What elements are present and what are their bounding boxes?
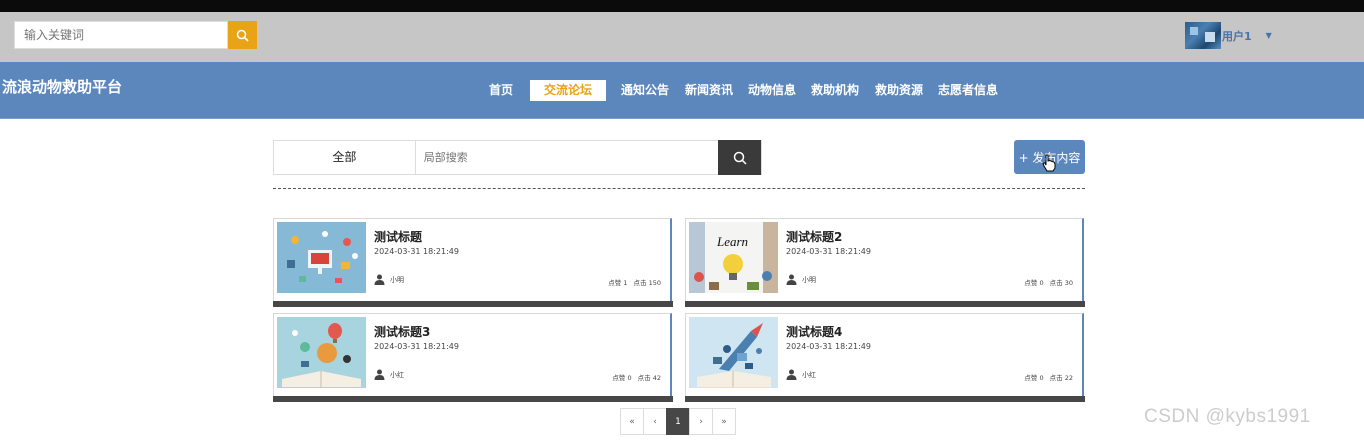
page-last-button[interactable]: »	[712, 408, 736, 435]
post-title[interactable]: 测试标题3	[374, 323, 430, 340]
click-count: 点击 150	[633, 279, 661, 287]
nav-home[interactable]: 首页	[489, 80, 513, 101]
author-name: 小明	[802, 275, 816, 284]
card-bottom-bar	[685, 301, 1085, 307]
like-count: 点赞 0	[1024, 374, 1044, 382]
forum-filter-bar: 全部	[273, 140, 762, 175]
page-prev-button[interactable]: ‹	[643, 408, 667, 435]
post-title[interactable]: 测试标题	[374, 228, 422, 245]
search-icon	[733, 151, 747, 165]
local-search-input[interactable]	[415, 141, 719, 174]
card-bottom-bar	[273, 396, 673, 402]
nav-animals[interactable]: 动物信息	[748, 80, 796, 101]
post-card[interactable]: 测试标题4 2024-03-31 18:21:49 小红 点赞 0 点击 22	[685, 313, 1085, 402]
post-author: 小明	[786, 274, 816, 285]
post-author: 小红	[374, 369, 404, 380]
click-count: 点击 22	[1049, 374, 1073, 382]
search-icon	[236, 29, 249, 42]
csdn-watermark: CSDN @kybs1991	[1144, 406, 1311, 427]
post-stats: 点赞 0 点击 22	[1024, 372, 1073, 382]
post-card[interactable]: 测试标题 2024-03-31 18:21:49 小明 点赞 1 点击 150	[273, 218, 673, 307]
pointer-cursor-icon	[1042, 154, 1056, 172]
like-count: 点赞 0	[1024, 279, 1044, 287]
pagination: « ‹ 1 › »	[620, 408, 736, 435]
site-logo[interactable]: 流浪动物救助平台	[2, 76, 122, 97]
page-next-button[interactable]: ›	[689, 408, 713, 435]
post-author: 小明	[374, 274, 404, 285]
card-bottom-bar	[685, 396, 1085, 402]
post-date: 2024-03-31 18:21:49	[786, 247, 871, 256]
post-date: 2024-03-31 18:21:49	[786, 342, 871, 351]
keyword-search-button[interactable]	[228, 21, 257, 49]
username[interactable]: 用户1	[1222, 28, 1252, 44]
post-title[interactable]: 测试标题2	[786, 228, 842, 245]
post-thumbnail[interactable]	[277, 222, 366, 293]
user-icon	[786, 369, 797, 380]
post-thumbnail[interactable]	[689, 317, 778, 388]
click-count: 点击 30	[1049, 279, 1073, 287]
dashed-divider	[273, 188, 1085, 189]
click-count: 点击 42	[637, 374, 661, 382]
nav-volunteers[interactable]: 志愿者信息	[938, 80, 998, 101]
user-icon	[786, 274, 797, 285]
user-menu[interactable]: 用户1 ▼	[1185, 22, 1272, 49]
nav-forum[interactable]: 交流论坛	[530, 80, 607, 101]
window-top-bar	[0, 0, 1364, 12]
post-thumbnail[interactable]	[277, 317, 366, 388]
nav-news[interactable]: 新闻资讯	[685, 80, 733, 101]
nav-notice[interactable]: 通知公告	[621, 80, 669, 101]
user-icon	[374, 274, 385, 285]
svg-text:Learn: Learn	[716, 234, 748, 249]
nav-rescue-resources[interactable]: 救助资源	[875, 80, 923, 101]
post-card[interactable]: Learn 测试标题2 2024-03-31 18:21:49 小明 点赞 0 …	[685, 218, 1085, 307]
post-stats: 点赞 0 点击 30	[1024, 277, 1073, 287]
post-stats: 点赞 1 点击 150	[608, 277, 661, 287]
card-bottom-bar	[273, 301, 673, 307]
keyword-search-input[interactable]	[14, 21, 228, 49]
author-name: 小红	[802, 370, 816, 379]
like-count: 点赞 1	[608, 279, 628, 287]
nav-rescue-orgs[interactable]: 救助机构	[811, 80, 859, 101]
post-date: 2024-03-31 18:21:49	[374, 247, 459, 256]
post-title[interactable]: 测试标题4	[786, 323, 842, 340]
post-stats: 点赞 0 点击 42	[612, 372, 661, 382]
main-navbar: 流浪动物救助平台 首页 交流论坛 通知公告 新闻资讯 动物信息 救助机构 救助资…	[0, 62, 1364, 119]
top-header: 用户1 ▼	[0, 12, 1364, 62]
author-name: 小红	[390, 370, 404, 379]
avatar[interactable]	[1185, 22, 1221, 49]
caret-down-icon[interactable]: ▼	[1266, 31, 1272, 40]
category-all-tab[interactable]: 全部	[274, 141, 416, 174]
page-first-button[interactable]: «	[620, 408, 644, 435]
author-name: 小明	[390, 275, 404, 284]
post-date: 2024-03-31 18:21:49	[374, 342, 459, 351]
page-number-current[interactable]: 1	[666, 408, 690, 435]
post-card[interactable]: 测试标题3 2024-03-31 18:21:49 小红 点赞 0 点击 42	[273, 313, 673, 402]
user-icon	[374, 369, 385, 380]
local-search-button[interactable]	[718, 140, 761, 175]
like-count: 点赞 0	[612, 374, 632, 382]
post-author: 小红	[786, 369, 816, 380]
post-thumbnail[interactable]: Learn	[689, 222, 778, 293]
